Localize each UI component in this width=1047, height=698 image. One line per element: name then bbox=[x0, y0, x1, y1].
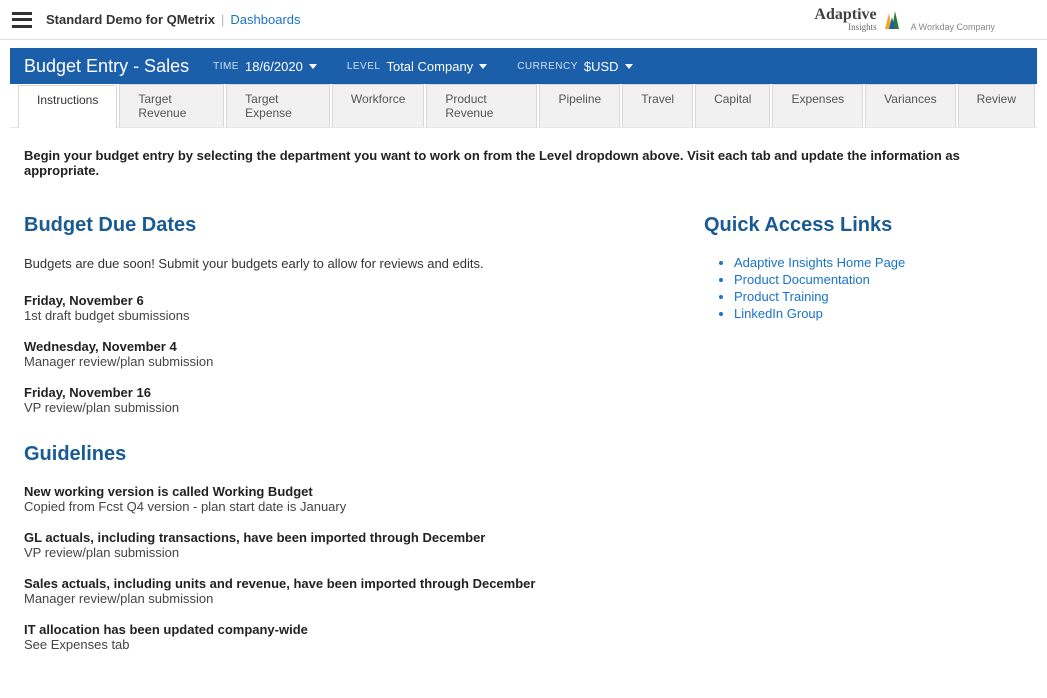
guideline-title: Sales actuals, including units and reven… bbox=[24, 576, 644, 591]
due-date-item: Wednesday, November 4 Manager review/pla… bbox=[24, 339, 644, 369]
currency-selector[interactable]: CURRENCY $USD bbox=[517, 59, 632, 74]
logo-tagline: A Workday Company bbox=[911, 22, 995, 32]
quicklink-linkedin[interactable]: LinkedIn Group bbox=[734, 306, 823, 321]
instructions-intro: Begin your budget entry by selecting the… bbox=[24, 148, 1023, 178]
quicklinks-list: Adaptive Insights Home Page Product Docu… bbox=[704, 255, 1023, 321]
level-label: LEVEL bbox=[347, 61, 381, 72]
tab-target-revenue[interactable]: Target Revenue bbox=[119, 84, 224, 127]
chevron-down-icon bbox=[625, 64, 633, 69]
time-selector[interactable]: TIME 18/6/2020 bbox=[213, 59, 317, 74]
content-area: Begin your budget entry by selecting the… bbox=[10, 127, 1037, 698]
guideline-item: New working version is called Working Bu… bbox=[24, 484, 644, 514]
guideline-item: IT allocation has been updated company-w… bbox=[24, 622, 644, 652]
brand-logo: Adaptive Insights A Workday Company bbox=[814, 7, 995, 32]
due-date: Friday, November 16 bbox=[24, 385, 644, 400]
breadcrumb-separator: | bbox=[221, 12, 224, 27]
guideline-desc: VP review/plan submission bbox=[24, 545, 644, 560]
budget-dates-intro: Budgets are due soon! Submit your budget… bbox=[24, 255, 644, 273]
tab-pipeline[interactable]: Pipeline bbox=[539, 84, 620, 127]
logo-mark-icon bbox=[883, 9, 901, 31]
due-date-item: Friday, November 6 1st draft budget sbum… bbox=[24, 293, 644, 323]
currency-value: $USD bbox=[584, 59, 619, 74]
quicklink-training[interactable]: Product Training bbox=[734, 289, 829, 304]
hamburger-icon[interactable] bbox=[12, 12, 32, 28]
guideline-title: IT allocation has been updated company-w… bbox=[24, 622, 644, 637]
chevron-down-icon bbox=[309, 64, 317, 69]
tab-target-expense[interactable]: Target Expense bbox=[226, 84, 330, 127]
page-title: Budget Entry - Sales bbox=[24, 56, 189, 77]
list-item: LinkedIn Group bbox=[734, 306, 1023, 321]
logo-main-text: Adaptive bbox=[814, 7, 876, 23]
budget-dates-heading: Budget Due Dates bbox=[24, 214, 644, 237]
tab-strip: Instructions Target Revenue Target Expen… bbox=[10, 84, 1037, 127]
guideline-desc: Manager review/plan submission bbox=[24, 591, 644, 606]
quicklink-home[interactable]: Adaptive Insights Home Page bbox=[734, 255, 905, 270]
due-date-item: Friday, November 16 VP review/plan submi… bbox=[24, 385, 644, 415]
tab-variances[interactable]: Variances bbox=[865, 84, 955, 127]
guideline-item: Sales actuals, including units and reven… bbox=[24, 576, 644, 606]
tab-instructions[interactable]: Instructions bbox=[18, 85, 117, 128]
org-label: Standard Demo for QMetrix bbox=[46, 12, 215, 27]
list-item: Product Training bbox=[734, 289, 1023, 304]
tab-review[interactable]: Review bbox=[958, 84, 1035, 127]
due-date-desc: Manager review/plan submission bbox=[24, 354, 644, 369]
guideline-desc: Copied from Fcst Q4 version - plan start… bbox=[24, 499, 644, 514]
guideline-title: New working version is called Working Bu… bbox=[24, 484, 644, 499]
context-bar: Budget Entry - Sales TIME 18/6/2020 LEVE… bbox=[10, 48, 1037, 84]
tab-capital[interactable]: Capital bbox=[695, 84, 770, 127]
breadcrumb-dashboards[interactable]: Dashboards bbox=[230, 12, 300, 27]
due-date: Friday, November 6 bbox=[24, 293, 644, 308]
level-value: Total Company bbox=[386, 59, 473, 74]
currency-label: CURRENCY bbox=[517, 61, 578, 72]
due-date-desc: VP review/plan submission bbox=[24, 400, 644, 415]
due-date: Wednesday, November 4 bbox=[24, 339, 644, 354]
guideline-title: GL actuals, including transactions, have… bbox=[24, 530, 644, 545]
guideline-desc: See Expenses tab bbox=[24, 637, 644, 652]
time-value: 18/6/2020 bbox=[245, 59, 303, 74]
guideline-item: GL actuals, including transactions, have… bbox=[24, 530, 644, 560]
due-date-desc: 1st draft budget sbumissions bbox=[24, 308, 644, 323]
tab-expenses[interactable]: Expenses bbox=[772, 84, 863, 127]
quicklink-docs[interactable]: Product Documentation bbox=[734, 272, 870, 287]
level-selector[interactable]: LEVEL Total Company bbox=[347, 59, 487, 74]
list-item: Adaptive Insights Home Page bbox=[734, 255, 1023, 270]
top-bar: Standard Demo for QMetrix | Dashboards A… bbox=[0, 0, 1047, 40]
guidelines-heading: Guidelines bbox=[24, 443, 644, 466]
list-item: Product Documentation bbox=[734, 272, 1023, 287]
chevron-down-icon bbox=[479, 64, 487, 69]
quicklinks-heading: Quick Access Links bbox=[704, 214, 1023, 237]
time-label: TIME bbox=[213, 61, 239, 72]
tab-travel[interactable]: Travel bbox=[622, 84, 693, 127]
tab-product-revenue[interactable]: Product Revenue bbox=[426, 84, 537, 127]
tab-workforce[interactable]: Workforce bbox=[332, 84, 424, 127]
logo-sub-text: Insights bbox=[814, 23, 876, 32]
